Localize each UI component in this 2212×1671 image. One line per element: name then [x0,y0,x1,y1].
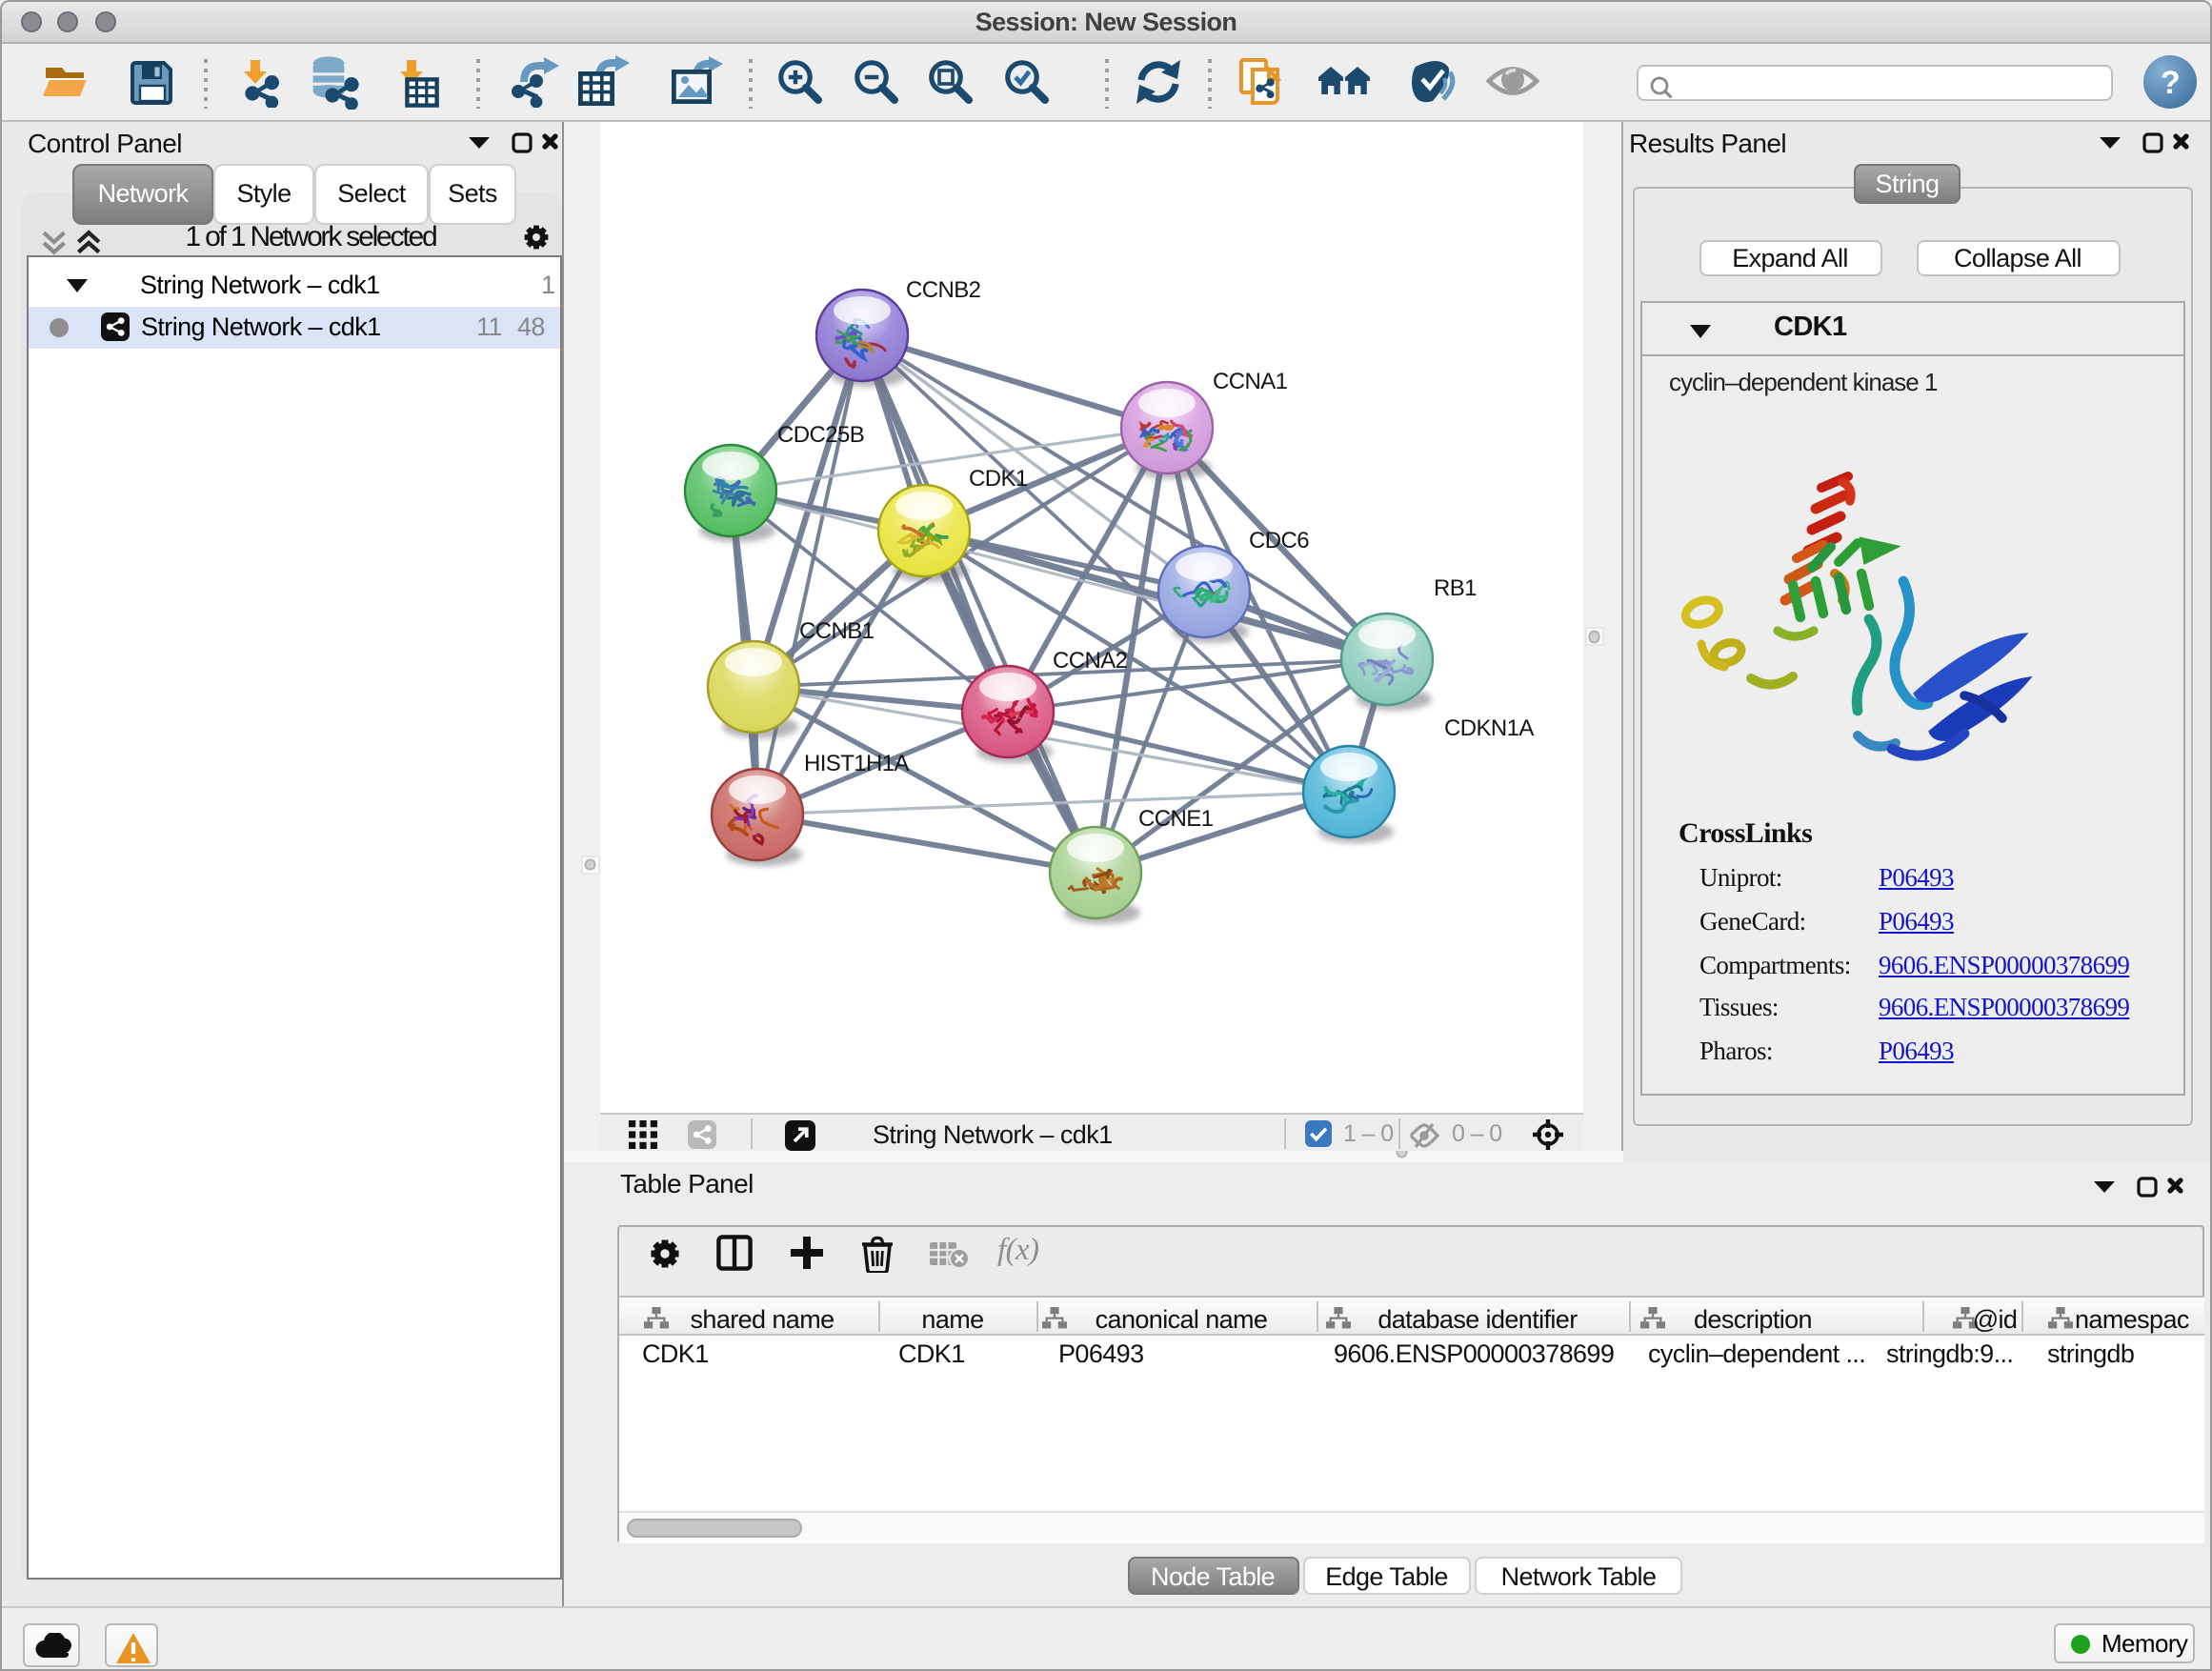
svg-text:?: ? [2160,65,2179,101]
svg-text:HIST1H1A: HIST1H1A [804,751,909,776]
svg-text:CCNE1: CCNE1 [1138,806,1214,832]
svg-text:CCNA1: CCNA1 [1213,369,1288,394]
svg-text:CCNA2: CCNA2 [1053,648,1128,674]
svg-text:CCNB2: CCNB2 [906,277,981,303]
svg-text:RB1: RB1 [1434,575,1477,601]
svg-text:CDK1: CDK1 [969,466,1028,492]
svg-text:CDC25B: CDC25B [777,422,864,448]
svg-text:CDKN1A: CDKN1A [1444,715,1534,741]
svg-text:CDC6: CDC6 [1249,528,1309,554]
svg-text:CCNB1: CCNB1 [799,618,875,644]
